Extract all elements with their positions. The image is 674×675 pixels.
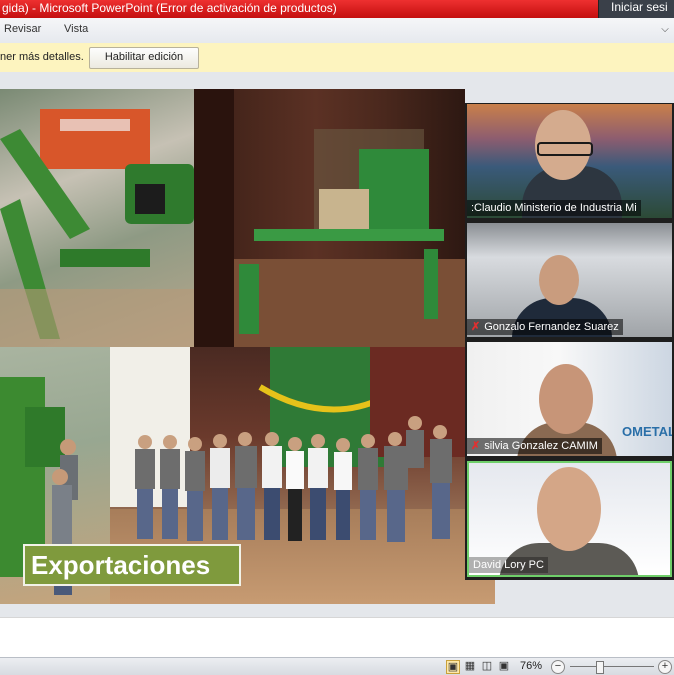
participant-name: ✗ silvia Gonzalez CAMIM — [467, 438, 602, 454]
ribbon-expand-chevron-icon[interactable]: ⌵ — [659, 24, 671, 36]
slide-caption: Exportaciones — [23, 544, 241, 586]
participant-name: David Lory PC — [469, 557, 548, 573]
ribbon-tab-bar: Revisar Vista ⌵ — [0, 18, 674, 44]
title-bar: gida) - Microsoft PowerPoint (Error de a… — [0, 0, 674, 18]
participant-tile[interactable]: :Claudio Ministerio de Industria Mi — [467, 104, 672, 218]
zoom-slider-thumb[interactable] — [596, 661, 604, 674]
normal-view-icon[interactable]: ▣ — [446, 660, 460, 674]
enable-editing-button[interactable]: Habilitar edición — [89, 47, 199, 69]
participant-face — [537, 467, 601, 551]
zoom-out-icon[interactable]: − — [551, 660, 565, 674]
video-call-panel: :Claudio Ministerio de Industria Mi ✗ Gon… — [465, 103, 674, 580]
zoom-level[interactable]: 76% — [520, 660, 542, 672]
participant-name: :Claudio Ministerio de Industria Mi — [467, 200, 641, 216]
participant-tile-active-speaker[interactable]: David Lory PC — [467, 461, 672, 577]
protected-view-message-bar: ner más detalles. Habilitar edición — [0, 43, 674, 73]
zoom-in-icon[interactable]: + — [658, 660, 672, 674]
zoom-slider-track[interactable] — [570, 666, 654, 667]
participant-face — [539, 255, 579, 305]
tab-vista[interactable]: Vista — [64, 23, 88, 35]
background-logo: OMETAL — [622, 424, 672, 439]
participant-tile[interactable]: OMETAL ✗ silvia Gonzalez CAMIM — [467, 342, 672, 456]
tab-revisar[interactable]: Revisar — [4, 23, 41, 35]
container-machine-illustration — [194, 89, 465, 347]
participant-name: ✗ Gonzalo Fernandez Suarez — [467, 319, 623, 335]
slide-photo-tractors — [0, 89, 194, 347]
slide-photo-container — [194, 89, 465, 347]
message-bar-text: ner más detalles. — [0, 51, 84, 63]
window-title-text: gida) - Microsoft PowerPoint (Error de a… — [2, 1, 337, 15]
window-title: gida) - Microsoft PowerPoint (Error de a… — [0, 0, 598, 18]
reading-view-icon[interactable]: ◫ — [481, 660, 493, 672]
muted-mic-icon: ✗ — [471, 440, 481, 452]
sign-in-label: Iniciar sesi — [611, 0, 668, 14]
tractors-illustration — [0, 109, 194, 347]
glasses-icon — [537, 142, 593, 156]
sign-in-button[interactable]: Iniciar sesi — [598, 0, 674, 18]
slide-sorter-icon[interactable]: ▦ — [464, 660, 476, 672]
muted-mic-icon: ✗ — [471, 321, 481, 333]
slideshow-icon[interactable]: ▣ — [498, 660, 510, 672]
notes-area[interactable] — [0, 617, 674, 658]
status-bar: ▣ ▦ ◫ ▣ 76% − + — [0, 657, 674, 675]
participant-tile[interactable]: ✗ Gonzalo Fernandez Suarez — [467, 223, 672, 337]
participant-face — [539, 364, 593, 434]
